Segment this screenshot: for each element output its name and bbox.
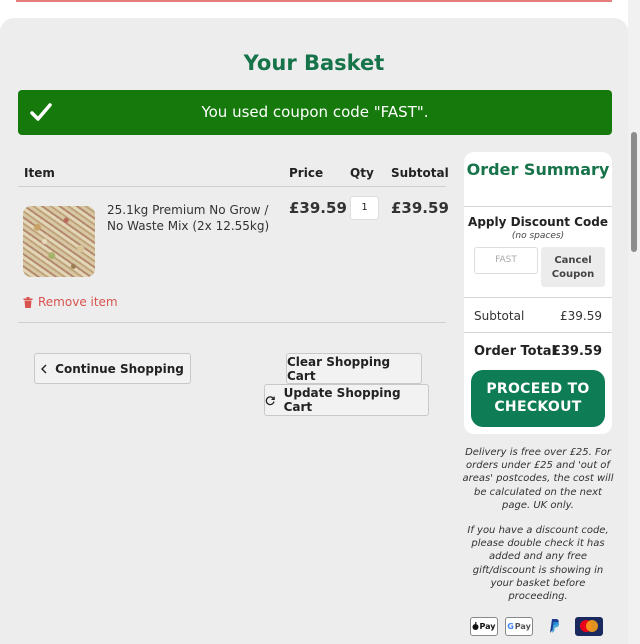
google-g-icon: G (507, 621, 514, 631)
update-cart-label: Update Shopping Cart (283, 386, 401, 414)
clear-cart-button[interactable]: Clear Shopping Cart (286, 353, 422, 384)
discount-code-input[interactable]: FAST (474, 247, 538, 274)
apple-pay-icon: Pay (470, 616, 498, 636)
coupon-success-banner: You used coupon code "FAST". (18, 90, 612, 135)
order-total-row: Order Total £39.59 (474, 344, 602, 359)
cart-divider (18, 322, 446, 323)
chevron-left-icon (41, 364, 47, 373)
product-name-link[interactable]: 25.1kg Premium No Grow / No Waste Mix (2… (107, 202, 283, 234)
product-price: £39.59 (289, 199, 347, 217)
vertical-scrollbar[interactable] (628, 0, 640, 644)
mastercard-icon (575, 616, 603, 636)
column-subtotal: Subtotal (391, 166, 449, 180)
subtotal-row: Subtotal £39.59 (474, 309, 602, 323)
cancel-coupon-button[interactable]: Cancel Coupon (541, 247, 605, 287)
scrollbar-thumb[interactable] (631, 132, 637, 252)
column-price: Price (289, 166, 324, 180)
apple-pay-label: Pay (479, 621, 496, 631)
page-title: Your Basket (243, 51, 385, 75)
paypal-icon (540, 617, 568, 636)
update-cart-button[interactable]: Update Shopping Cart (264, 384, 429, 416)
order-summary-title: Order Summary (466, 160, 610, 179)
top-strip (0, 0, 628, 10)
paypal-logo (550, 619, 560, 633)
cart-table-header: Item Price Qty Subtotal (18, 160, 449, 187)
order-summary-panel: Order Summary Apply Discount Code (no sp… (464, 152, 612, 434)
mastercard-logo (580, 620, 598, 632)
product-subtotal: £39.59 (391, 199, 449, 217)
continue-shopping-button[interactable]: Continue Shopping (34, 353, 191, 384)
subtotal-label: Subtotal (474, 309, 525, 323)
discount-code-hint: (no spaces) (511, 231, 565, 241)
column-item: Item (24, 166, 55, 180)
discount-code-label: Apply Discount Code (468, 215, 608, 229)
summary-divider (464, 332, 612, 333)
summary-divider (464, 206, 612, 207)
google-pay-label: Pay (514, 621, 531, 631)
remove-item-link[interactable]: Remove item (23, 295, 118, 309)
quantity-input[interactable]: 1 (350, 196, 379, 220)
summary-divider (464, 297, 612, 298)
proceed-to-checkout-button[interactable]: PROCEED TO CHECKOUT (471, 370, 605, 427)
trash-icon (23, 296, 33, 308)
product-image[interactable] (23, 206, 95, 277)
delivery-note: Delivery is free over £25. For orders un… (462, 447, 614, 511)
remove-item-label: Remove item (38, 295, 118, 309)
order-total-label: Order Total (474, 344, 557, 359)
coupon-message: You used coupon code "FAST". (201, 103, 429, 121)
subtotal-value: £39.59 (560, 309, 602, 323)
google-pay-icon: G Pay (505, 616, 533, 636)
top-divider (16, 0, 612, 2)
continue-shopping-label: Continue Shopping (55, 361, 184, 376)
refresh-icon (265, 395, 275, 405)
order-total-value: £39.59 (551, 344, 602, 359)
column-qty: Qty (350, 166, 374, 180)
clear-cart-label: Clear Shopping Cart (287, 354, 391, 383)
payment-methods: Pay G Pay (470, 616, 603, 636)
discount-note: If you have a discount code, please doub… (467, 525, 609, 603)
apple-icon (472, 622, 479, 630)
